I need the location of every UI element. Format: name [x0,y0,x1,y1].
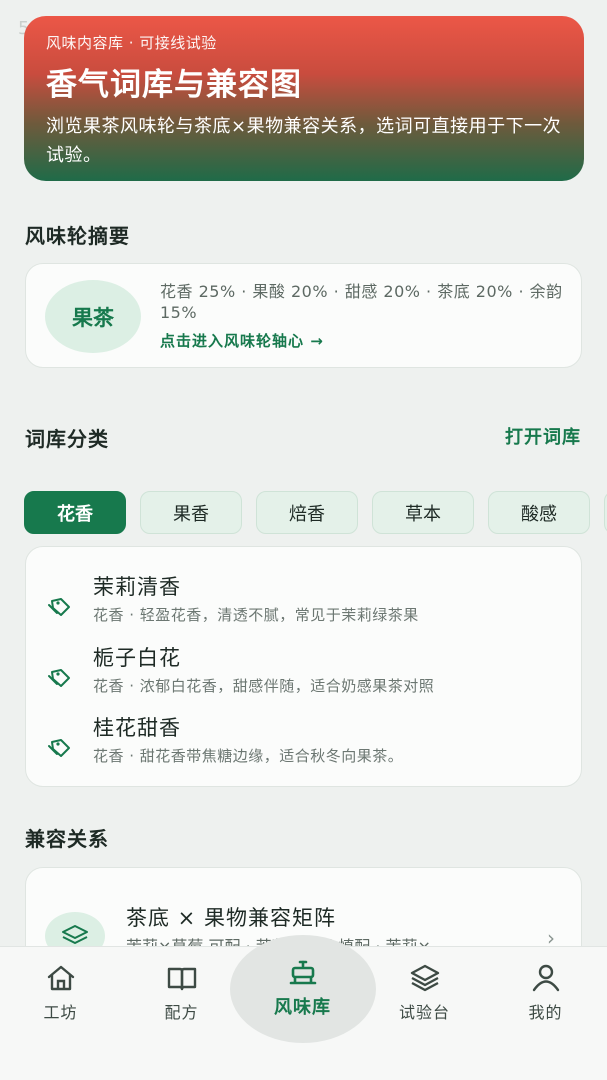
wheel-badge: 果茶 [45,280,141,353]
term-name: 桂花甜香 [93,716,181,740]
term-desc: 花香 · 浓郁白花香，甜感伴随，适合奶感果茶对照 [93,677,435,695]
term-name: 茉莉清香 [93,575,181,599]
library-section-title: 词库分类 [25,427,109,451]
chip-herbal[interactable]: 草本 [372,491,474,534]
tab-flavor-library[interactable]: 风味库 [242,947,363,1057]
tab-label: 配方 [164,1003,199,1022]
hero-eyebrow: 风味内容库 · 可接线试验 [46,34,217,52]
page-title: 香气词库与兼容图 [46,67,302,103]
list-item[interactable]: 桂花甜香 花香 · 甜花香带焦糖边缘，适合秋冬向果茶。 [26,712,581,778]
compat-section-title: 兼容关系 [25,827,109,851]
tab-recipes[interactable]: 配方 [121,947,242,1057]
tag-icon [48,739,70,757]
chip-sour[interactable]: 酸感 [488,491,590,534]
compat-title: 茶底 × 果物兼容矩阵 [126,906,336,930]
wheel-summary: 花香 25% · 果酸 20% · 甜感 20% · 茶底 20% · 余韵 1… [160,282,563,322]
term-list-card: 茉莉清香 花香 · 轻盈花香，清透不腻，常见于茉莉绿茶果 栀子白花 花香 · 浓… [25,546,582,787]
open-library-link[interactable]: 打开词库 [505,423,581,449]
chip-fruity[interactable]: 果香 [140,491,242,534]
user-icon [532,964,559,992]
book-icon [167,967,196,991]
hero-banner: 风味内容库 · 可接线试验 香气词库与兼容图 浏览果茶风味轮与茶底×果物兼容关系… [24,16,584,181]
tab-label: 工坊 [43,1003,78,1022]
teapot-icon [289,960,316,985]
term-desc: 花香 · 甜花香带焦糖边缘，适合秋冬向果茶。 [93,747,404,765]
tab-label: 我的 [528,1003,563,1022]
tab-label: 风味库 [274,997,331,1018]
flavor-wheel-card[interactable]: 果茶 花香 25% · 果酸 20% · 甜感 20% · 茶底 20% · 余… [25,263,582,368]
term-name: 栀子白花 [93,646,181,670]
layers-icon [410,964,439,992]
tag-icon [48,598,70,616]
home-icon [47,965,74,991]
hero-description: 浏览果茶风味轮与茶底×果物兼容关系，选词可直接用于下一次试验。 [46,116,562,166]
chip-roasted[interactable]: 焙香 [256,491,358,534]
tab-lab-bench[interactable]: 试验台 [364,947,485,1057]
bottom-tab-bar: 工坊 配方 风味库 试验台 我的 [0,935,607,1080]
list-item[interactable]: 茉莉清香 花香 · 轻盈花香，清透不腻，常见于茉莉绿茶果 [26,571,581,637]
term-desc: 花香 · 轻盈花香，清透不腻，常见于茉莉绿茶果 [93,606,419,624]
list-item[interactable]: 栀子白花 花香 · 浓郁白花香，甜感伴随，适合奶感果茶对照 [26,642,581,708]
category-chips: 花香 果香 焙香 草本 酸感 [24,491,607,535]
tab-workshop[interactable]: 工坊 [0,947,121,1057]
tab-profile[interactable]: 我的 [485,947,606,1057]
tag-icon [48,669,70,687]
chip-floral[interactable]: 花香 [24,491,126,534]
tab-label: 试验台 [398,1003,450,1022]
wheel-link[interactable]: 点击进入风味轮轴心 → [160,330,324,351]
wheel-section-title: 风味轮摘要 [25,224,130,248]
